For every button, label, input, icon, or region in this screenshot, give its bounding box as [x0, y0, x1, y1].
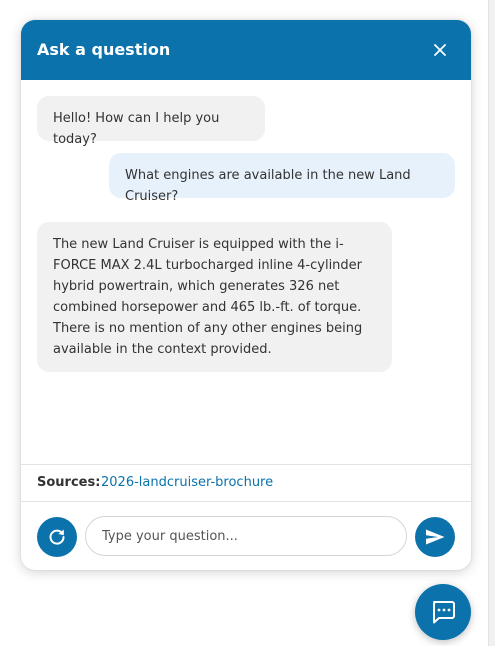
chat-bubble-icon — [433, 601, 455, 624]
refresh-icon — [49, 529, 65, 545]
message-list[interactable]: Hello! How can I help you today? What en… — [21, 80, 471, 464]
sources-bar: Sources: 2026-landcruiser-brochure — [21, 464, 471, 502]
question-input[interactable] — [85, 516, 407, 556]
send-button[interactable] — [415, 517, 455, 557]
bot-message: Hello! How can I help you today? — [37, 96, 265, 147]
source-link[interactable]: 2026-landcruiser-brochure — [101, 475, 273, 490]
composer — [21, 502, 471, 570]
chat-title: Ask a question — [37, 40, 171, 59]
chat-header: Ask a question — [21, 20, 471, 80]
refresh-button[interactable] — [37, 517, 77, 557]
page-scrollbar[interactable] — [488, 0, 495, 646]
chat-launcher-button[interactable] — [415, 584, 471, 640]
close-button[interactable] — [426, 36, 454, 64]
send-icon — [426, 529, 445, 545]
bot-message: The new Land Cruiser is equipped with th… — [37, 222, 392, 372]
chat-window: Ask a question Hello! How can I help you… — [21, 20, 471, 570]
sources-label: Sources: — [37, 475, 101, 490]
user-message: What engines are available in the new La… — [109, 153, 455, 204]
close-icon — [434, 44, 446, 56]
